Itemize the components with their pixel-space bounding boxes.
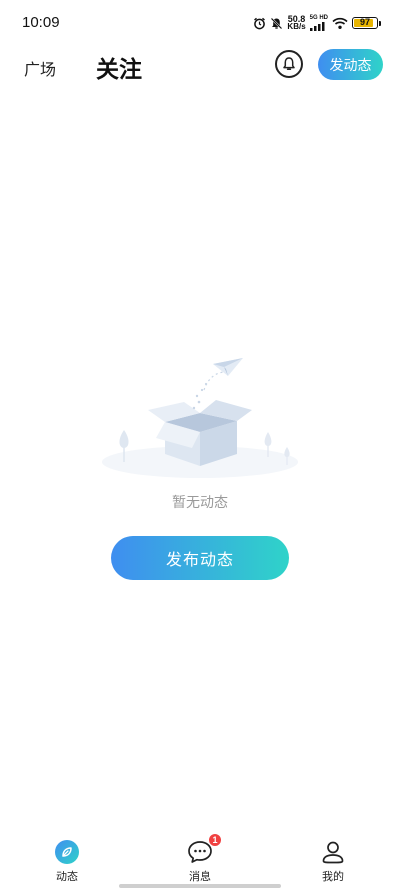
empty-box-illustration (102, 358, 298, 478)
net-speed-unit: KB/s (287, 22, 306, 31)
status-time: 10:09 (22, 14, 60, 31)
signal-label: 5G HD (309, 15, 328, 21)
empty-state-illustration (100, 350, 300, 480)
tab-square[interactable]: 广场 (24, 56, 56, 80)
battery-level: 97 (359, 17, 370, 27)
battery: 97 (352, 17, 381, 29)
wifi-icon (332, 17, 348, 29)
nav-label-feed: 动态 (56, 870, 78, 883)
post-button[interactable]: 发动态 (318, 49, 383, 80)
nav-item-messages[interactable]: 1 消息 (170, 833, 230, 884)
message-badge: 1 (208, 833, 222, 847)
cellular-signal: 5G HD (309, 15, 328, 31)
nav-label-messages: 消息 (189, 870, 211, 883)
home-indicator[interactable] (119, 884, 281, 888)
bell-icon (283, 57, 295, 70)
notifications-button[interactable] (275, 50, 303, 78)
publish-post-button[interactable]: 发布动态 (111, 536, 289, 580)
mute-bell-icon (271, 17, 283, 29)
status-icons: 50.8 KB/s 5G HD 97 (253, 14, 381, 32)
signal-bars-icon (309, 22, 325, 31)
compass-leaf-icon (55, 840, 79, 864)
bottom-nav: 动态 1 消息 我的 (0, 833, 400, 889)
nav-item-feed[interactable]: 动态 (37, 840, 97, 884)
header: 广场 关注 发动态 (0, 44, 400, 88)
user-icon (322, 841, 344, 864)
status-bar: 10:09 50.8 KB/s 5G HD 97 (0, 0, 400, 44)
dots (192, 382, 208, 410)
alarm-icon (254, 17, 266, 29)
network-speed: 50.8 KB/s (287, 15, 305, 31)
nav-label-me: 我的 (322, 870, 344, 883)
nav-item-me[interactable]: 我的 (303, 840, 363, 884)
tab-follow[interactable]: 关注 (96, 50, 142, 84)
empty-state-message: 暂无动态 (172, 495, 228, 511)
